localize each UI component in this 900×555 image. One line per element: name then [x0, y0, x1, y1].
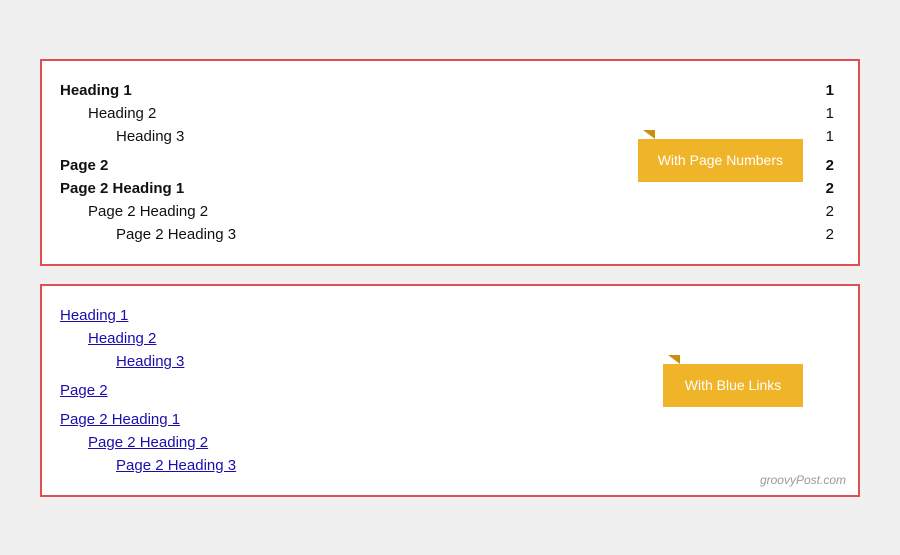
toc-number-page2-h3: 2: [826, 226, 834, 243]
callout-blue-links: With Blue Links: [663, 364, 803, 408]
toc-row-page2-h3: Page 2 Heading 3 2: [60, 223, 834, 246]
toc-link-label-heading2[interactable]: Heading 2: [60, 330, 156, 347]
toc-link-label-heading1[interactable]: Heading 1: [60, 307, 128, 324]
toc-label-heading1: Heading 1: [60, 82, 132, 99]
toc-label-page2: Page 2: [60, 157, 108, 174]
toc-box-blue-links: Heading 1 Heading 2 Heading 3 Page 2 Pag…: [40, 284, 860, 497]
callout-label-page-numbers: With Page Numbers: [638, 139, 803, 183]
toc-row-heading2: Heading 2 1: [60, 102, 834, 125]
toc-number-page2-h2: 2: [826, 203, 834, 220]
toc-number-heading3: 1: [826, 128, 834, 145]
toc-label-page2-h2: Page 2 Heading 2: [60, 203, 208, 220]
toc-number-heading2: 1: [826, 105, 834, 122]
toc-number-page2: 2: [826, 157, 834, 174]
toc-row-page2-h2: Page 2 Heading 2 2: [60, 200, 834, 223]
toc-number-page2-h1: 2: [826, 180, 834, 197]
callout-label-blue-links: With Blue Links: [663, 364, 803, 408]
toc-link-label-page2-h1[interactable]: Page 2 Heading 1: [60, 411, 180, 428]
toc-link-row-heading2: Heading 2: [60, 327, 834, 350]
toc-box-page-numbers: Heading 1 1 Heading 2 1 Heading 3 1 Page…: [40, 59, 860, 266]
page-container: Heading 1 1 Heading 2 1 Heading 3 1 Page…: [20, 39, 880, 517]
toc-label-page2-h1: Page 2 Heading 1: [60, 180, 184, 197]
toc-label-page2-h3: Page 2 Heading 3: [60, 226, 236, 243]
toc-number-heading1: 1: [826, 82, 834, 99]
toc-link-label-page2[interactable]: Page 2: [60, 382, 108, 399]
callout-page-numbers: With Page Numbers: [638, 139, 803, 183]
toc-link-label-page2-h3[interactable]: Page 2 Heading 3: [60, 457, 236, 474]
toc-row-heading1: Heading 1 1: [60, 79, 834, 102]
toc-link-row-page2-h2: Page 2 Heading 2: [60, 431, 834, 454]
toc-link-label-heading3[interactable]: Heading 3: [60, 353, 184, 370]
toc-link-row-page2-h3: Page 2 Heading 3: [60, 454, 834, 477]
toc-link-row-page2-h1: Page 2 Heading 1: [60, 408, 834, 431]
toc-label-heading2: Heading 2: [60, 105, 156, 122]
toc-link-row-heading1: Heading 1: [60, 304, 834, 327]
toc-label-heading3: Heading 3: [60, 128, 184, 145]
watermark: groovyPost.com: [760, 473, 846, 487]
toc-link-label-page2-h2[interactable]: Page 2 Heading 2: [60, 434, 208, 451]
